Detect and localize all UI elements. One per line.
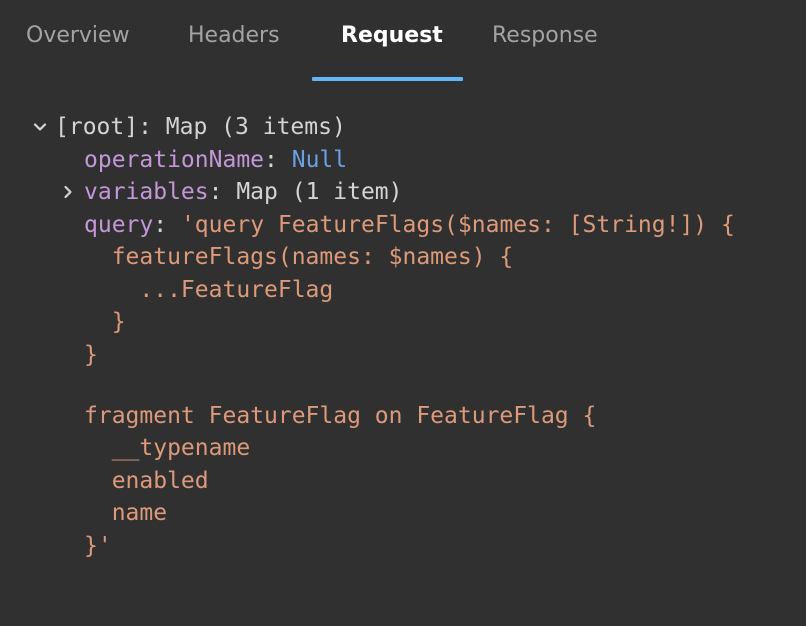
- query-line: }: [84, 309, 126, 335]
- query-line: }': [84, 533, 112, 559]
- tree-value-operation-name: Null: [291, 147, 348, 173]
- tab-bar: Overview Headers Request Response: [0, 0, 806, 82]
- tree-sep: :: [153, 212, 181, 238]
- query-line: enabled: [84, 468, 209, 494]
- tree-key-root: [root]: [55, 114, 139, 140]
- tree-row-query: query: 'query FeatureFlags($names: [Stri…: [84, 209, 735, 241]
- chevron-right-icon[interactable]: [60, 184, 76, 200]
- tree-summary-root: Map (3 items): [165, 114, 346, 140]
- query-line: __typename: [84, 435, 251, 461]
- query-line: name: [84, 500, 168, 526]
- tree-key-variables: variables: [84, 179, 209, 205]
- tab-request[interactable]: Request: [341, 0, 443, 82]
- tree-summary-variables: Map (1 item): [236, 179, 403, 205]
- query-line: 'query FeatureFlags($names: [String!]) {: [180, 212, 735, 238]
- active-tab-indicator: [312, 77, 463, 81]
- query-line: fragment FeatureFlag on FeatureFlag {: [84, 403, 597, 429]
- query-line: featureFlags(names: $names) {: [84, 244, 514, 270]
- tree-key-operation-name: operationName: [84, 147, 265, 173]
- tree-key-query: query: [84, 212, 154, 238]
- tree-sep: :: [264, 147, 292, 173]
- tab-overview[interactable]: Overview: [26, 0, 130, 82]
- query-line: }: [84, 342, 98, 368]
- tree-sep: :: [138, 114, 166, 140]
- tab-headers[interactable]: Headers: [188, 0, 280, 82]
- tree-sep: :: [208, 179, 237, 205]
- tab-response[interactable]: Response: [492, 0, 598, 82]
- tree-row-root[interactable]: [root]: Map (3 items): [55, 111, 346, 143]
- query-line: ...FeatureFlag: [84, 277, 334, 303]
- tree-row-operation-name: operationName: Null: [84, 144, 347, 176]
- chevron-down-icon[interactable]: [32, 119, 48, 135]
- tree-row-variables[interactable]: variables: Map (1 item): [84, 176, 403, 208]
